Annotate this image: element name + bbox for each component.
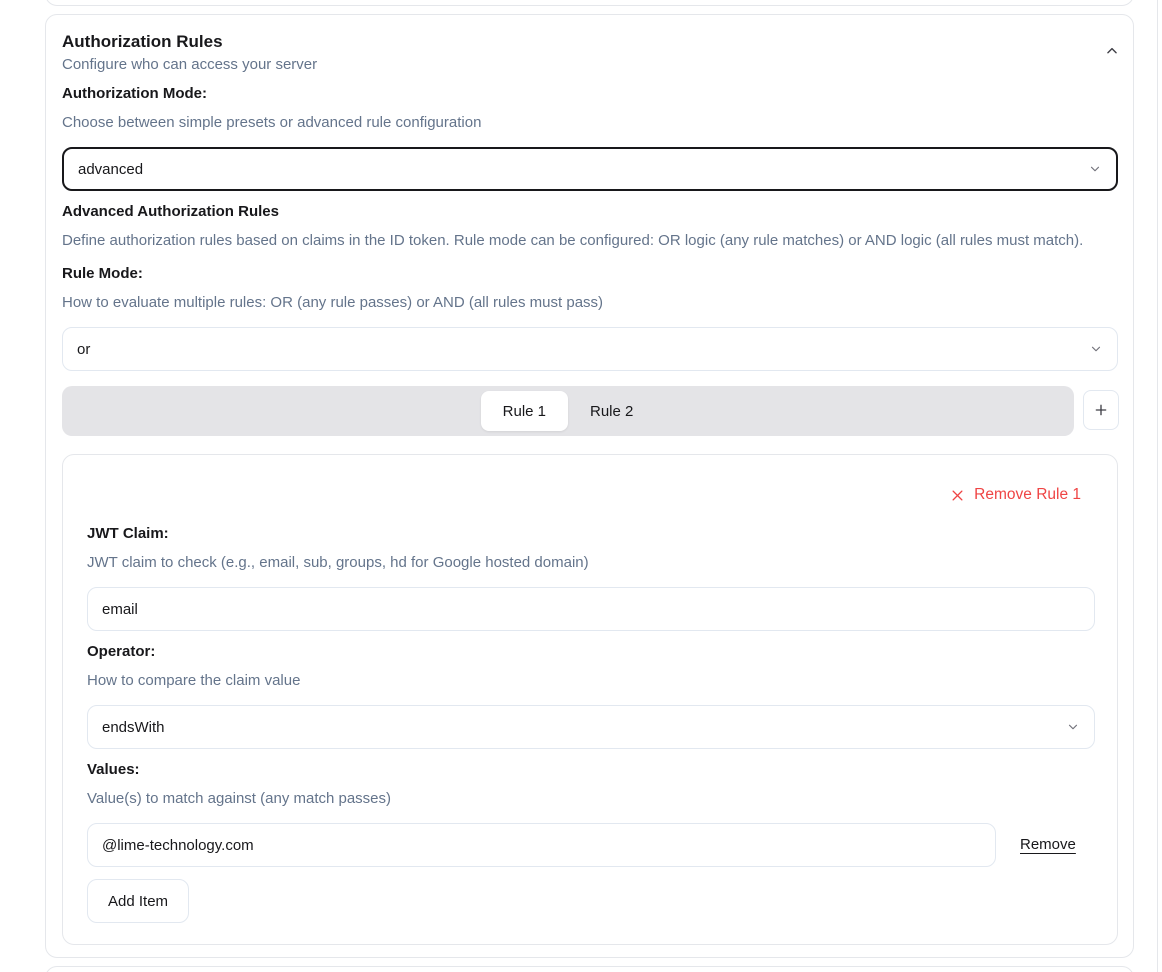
remove-rule-button[interactable]: Remove Rule 1: [950, 484, 1081, 506]
authorization-mode-value: advanced: [78, 161, 143, 178]
authorization-rules-card: Authorization Rules Configure who can ac…: [45, 14, 1134, 958]
rule-tabs: Rule 1 Rule 2: [62, 386, 1074, 436]
advanced-rules-description: Define authorization rules based on clai…: [62, 230, 1118, 252]
collapse-section-button[interactable]: [1102, 41, 1122, 61]
previous-card-edge: [45, 0, 1134, 6]
authorization-mode-description: Choose between simple presets or advance…: [62, 112, 481, 134]
plus-icon: [1093, 402, 1109, 418]
remove-value-link[interactable]: Remove: [1020, 834, 1076, 856]
values-label: Values:: [87, 759, 140, 781]
section-title: Authorization Rules: [62, 30, 223, 54]
rule-mode-select[interactable]: or: [62, 327, 1118, 371]
rule-mode-description: How to evaluate multiple rules: OR (any …: [62, 292, 603, 314]
values-description: Value(s) to match against (any match pas…: [87, 788, 391, 810]
add-item-button[interactable]: Add Item: [87, 879, 189, 923]
advanced-rules-label: Advanced Authorization Rules: [62, 201, 279, 223]
jwt-claim-label: JWT Claim:: [87, 523, 169, 545]
operator-value: endsWith: [102, 719, 165, 736]
chevron-down-icon: [1066, 720, 1080, 734]
chevron-down-icon: [1088, 162, 1102, 176]
tab-rule-2[interactable]: Rule 2: [568, 391, 655, 431]
page-right-border: [1157, 0, 1158, 972]
operator-label: Operator:: [87, 641, 155, 663]
rule-mode-label: Rule Mode:: [62, 263, 143, 285]
tab-rule-1[interactable]: Rule 1: [481, 391, 568, 431]
remove-rule-label: Remove Rule 1: [974, 484, 1081, 506]
operator-select[interactable]: endsWith: [87, 705, 1095, 749]
chevron-down-icon: [1089, 342, 1103, 356]
authorization-mode-select[interactable]: advanced: [62, 147, 1118, 191]
next-card-edge: [45, 966, 1134, 972]
chevron-up-icon: [1105, 44, 1119, 58]
add-rule-button[interactable]: [1083, 390, 1119, 430]
rule-mode-value: or: [77, 341, 90, 358]
section-subtitle: Configure who can access your server: [62, 54, 317, 76]
rule-1-card: Remove Rule 1 JWT Claim: JWT claim to ch…: [62, 454, 1118, 945]
jwt-claim-description: JWT claim to check (e.g., email, sub, gr…: [87, 552, 589, 574]
operator-description: How to compare the claim value: [87, 670, 300, 692]
authorization-mode-label: Authorization Mode:: [62, 83, 207, 105]
x-icon: [950, 488, 965, 503]
value-input[interactable]: [87, 823, 996, 867]
jwt-claim-input[interactable]: [87, 587, 1095, 631]
